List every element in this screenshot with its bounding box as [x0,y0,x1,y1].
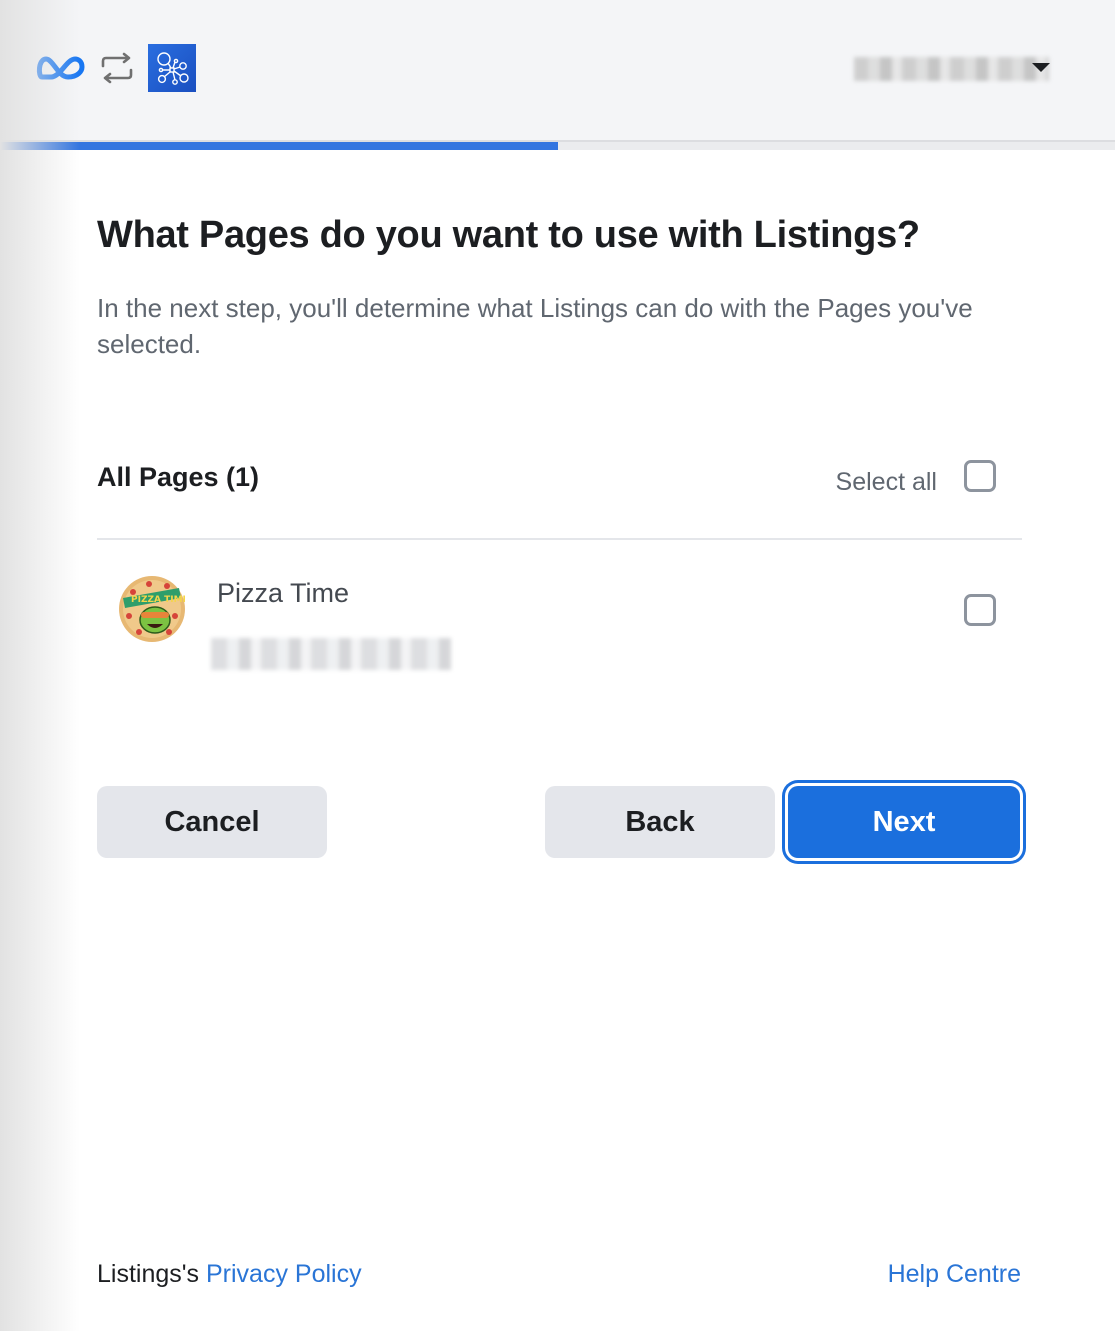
top-bar [0,0,1115,142]
privacy-policy-link[interactable]: Privacy Policy [206,1260,362,1288]
select-all-label[interactable]: Select all [836,468,937,497]
progress-fill [0,142,558,150]
caret-down-icon[interactable] [1032,63,1050,72]
page-subtitle-redacted [211,638,451,670]
select-all-checkbox[interactable] [964,460,996,492]
logo-row [36,44,196,92]
page-checkbox[interactable] [964,594,996,626]
footer: Listings's Privacy Policy Help Centre [97,1260,1021,1289]
privacy-prefix: Listings's [97,1260,206,1288]
back-button[interactable]: Back [545,786,775,858]
help-centre-link[interactable]: Help Centre [888,1260,1021,1289]
all-pages-label: All Pages (1) [97,462,260,492]
page-title: What Pages do you want to use with Listi… [97,214,920,256]
next-button[interactable]: Next [788,786,1020,858]
meta-logo-icon [36,56,85,80]
progress-bar [0,142,1115,150]
account-name-redacted[interactable] [854,57,1049,81]
page-subtitle: In the next step, you'll determine what … [97,293,973,359]
dialog-content: What Pages do you want to use with Listi… [97,200,1022,858]
pages-list-header: All Pages (1) Select all [97,458,1022,540]
pizza-time-avatar: PIZZA TIME [119,576,185,642]
cancel-button[interactable]: Cancel [97,786,327,858]
app-network-icon [148,44,196,92]
svg-text:PIZZA TIME: PIZZA TIME [131,595,185,605]
swap-arrows-icon [101,52,133,84]
list-item[interactable]: PIZZA TIME Pizza Time [97,560,1022,680]
window-edge-shadow [0,0,80,1331]
page-name: Pizza Time [217,578,350,608]
